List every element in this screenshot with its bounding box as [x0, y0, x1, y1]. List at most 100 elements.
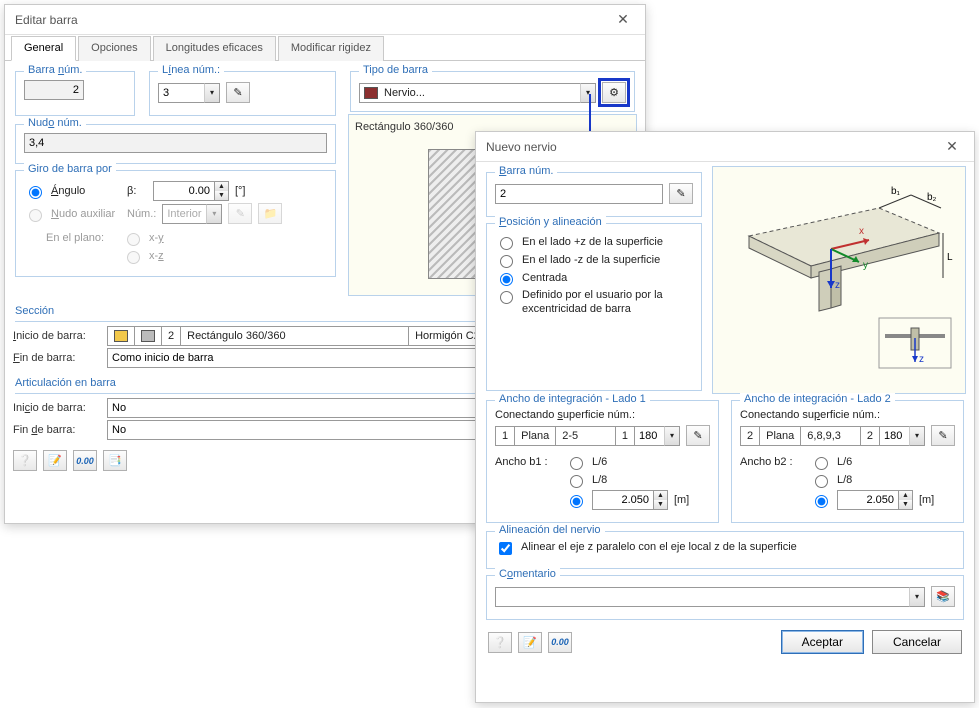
b2-l6[interactable]: [815, 457, 828, 470]
l8-2: L/8: [837, 474, 852, 486]
s1-n2: 1: [615, 426, 634, 446]
rib-help-icon[interactable]: ❔: [488, 632, 512, 653]
rib-edit-icon[interactable]: 📝: [518, 632, 542, 653]
new-rib-title: Nuevo nervio: [486, 140, 557, 154]
radio-zpos[interactable]: [500, 237, 513, 250]
interior-input: [162, 204, 206, 224]
beta-label: β:: [127, 185, 147, 197]
axis-z: z: [835, 280, 840, 291]
s2-ang-dd[interactable]: ▾: [909, 426, 925, 446]
linea-num-input[interactable]: [158, 83, 204, 103]
beta-down[interactable]: ▼: [215, 191, 228, 200]
xz-label: x-z: [149, 250, 164, 262]
b1-down[interactable]: ▼: [654, 500, 667, 509]
nudo-num-label: Nudo núm.: [28, 117, 82, 129]
side1-label: Ancho de integración - Lado 1: [495, 393, 650, 405]
nudo-aux-label: Nudo auxiliar: [51, 208, 121, 220]
sec-color-swatch: [114, 330, 128, 342]
close-icon[interactable]: ✕: [611, 11, 635, 28]
angulo-label: Ángulo: [51, 185, 121, 197]
opt-zneg: En el lado -z de la superficie: [522, 254, 660, 266]
s2-ang[interactable]: [879, 426, 909, 446]
s2-n2: 2: [860, 426, 879, 446]
b2-l8[interactable]: [815, 475, 828, 488]
s2-pick-icon[interactable]: ✎: [931, 425, 955, 446]
giro-label: Giro de barra por: [24, 163, 116, 175]
new-rib-pane: Barra núm. ✎ Posición y alineación En el…: [476, 162, 974, 666]
artic-inicio-label: Inicio de barra:: [13, 402, 101, 414]
num-label: Núm.:: [127, 208, 156, 220]
linea-num-dd[interactable]: ▾: [204, 83, 220, 103]
tab-general[interactable]: General: [11, 36, 76, 61]
s2-surf: 6,8,9,3: [800, 426, 860, 446]
en-plano-label: En el plano:: [46, 232, 116, 244]
rib-barra-input[interactable]: [495, 184, 663, 204]
new-rib-close-icon[interactable]: ✕: [940, 138, 964, 155]
rib-units-icon[interactable]: 0.00: [548, 632, 572, 653]
inset-z: z: [919, 354, 924, 365]
b1-input[interactable]: [593, 491, 653, 509]
b1-unit: [m]: [674, 494, 689, 506]
b2-input[interactable]: [838, 491, 898, 509]
help-icon[interactable]: ❔: [13, 450, 37, 471]
export-icon[interactable]: 📑: [103, 450, 127, 471]
radio-zneg[interactable]: [500, 255, 513, 268]
radio-cent[interactable]: [500, 273, 513, 286]
b2-up[interactable]: ▲: [899, 491, 912, 500]
tab-strip: General Opciones Longitudes eficaces Mod…: [5, 35, 645, 61]
l6-2: L/6: [837, 456, 852, 468]
cancelar-button[interactable]: Cancelar: [872, 630, 962, 654]
side2-label: Ancho de integración - Lado 2: [740, 393, 895, 405]
b1-l8[interactable]: [570, 475, 583, 488]
units-icon[interactable]: 0.00: [73, 450, 97, 471]
sec-num: 2: [161, 326, 180, 346]
axis-x: x: [859, 226, 864, 237]
barra-num-input[interactable]: [24, 80, 84, 100]
s2-num: 2: [740, 426, 759, 446]
dim-b2: b₂: [927, 192, 937, 203]
comment-lib-icon[interactable]: 📚: [931, 586, 955, 607]
inicio-label: Inicio de barra:: [13, 330, 101, 342]
rib-barra-label: Barra núm.: [499, 165, 553, 177]
beta-unit: [°]: [235, 185, 246, 197]
beta-input[interactable]: [154, 182, 214, 200]
tab-opciones[interactable]: Opciones: [78, 36, 150, 61]
beta-up[interactable]: ▲: [215, 182, 228, 191]
xy-label: x-y: [149, 232, 164, 244]
l8-1: L/8: [592, 474, 607, 486]
radio-user[interactable]: [500, 291, 513, 304]
b1-custom[interactable]: [570, 495, 583, 508]
b2-down[interactable]: ▼: [899, 500, 912, 509]
tab-rigidez[interactable]: Modificar rigidez: [278, 36, 384, 61]
fin-label: Fin de barra:: [13, 352, 101, 364]
sec-gray-swatch: [141, 330, 155, 342]
b2-custom[interactable]: [815, 495, 828, 508]
radio-xy: [127, 233, 140, 246]
align-text: Alinear el eje z paralelo con el eje loc…: [521, 540, 797, 554]
comment-dd[interactable]: ▾: [909, 587, 925, 607]
ancho-b2-label: Ancho b2 :: [740, 456, 804, 468]
type-color-swatch: [364, 87, 378, 99]
comment-label: Comentario: [499, 568, 556, 580]
new-rib-titlebar: Nuevo nervio ✕: [476, 132, 974, 162]
s1-pick-icon[interactable]: ✎: [686, 425, 710, 446]
s1-ang-dd[interactable]: ▾: [664, 426, 680, 446]
b1-up[interactable]: ▲: [654, 491, 667, 500]
radio-nudo-aux: [29, 209, 42, 222]
b1-l6[interactable]: [570, 457, 583, 470]
align-label: Alineación del nervio: [495, 524, 605, 536]
s1-ang[interactable]: [634, 426, 664, 446]
dim-b1: b₁: [891, 186, 901, 197]
tab-long[interactable]: Longitudes eficaces: [153, 36, 276, 61]
folder-icon: 📁: [258, 203, 282, 224]
rib-pick-icon[interactable]: ✎: [669, 183, 693, 204]
radio-angulo[interactable]: [29, 186, 42, 199]
sec-name: Rectángulo 360/360: [180, 326, 408, 346]
comment-input[interactable]: [495, 587, 909, 607]
pick-line-icon[interactable]: ✎: [226, 82, 250, 103]
aceptar-button[interactable]: Aceptar: [781, 630, 864, 654]
nudo-num-input[interactable]: [24, 133, 327, 153]
align-checkbox[interactable]: [499, 542, 512, 555]
s1-surf: 2-5: [555, 426, 615, 446]
edit-icon[interactable]: 📝: [43, 450, 67, 471]
